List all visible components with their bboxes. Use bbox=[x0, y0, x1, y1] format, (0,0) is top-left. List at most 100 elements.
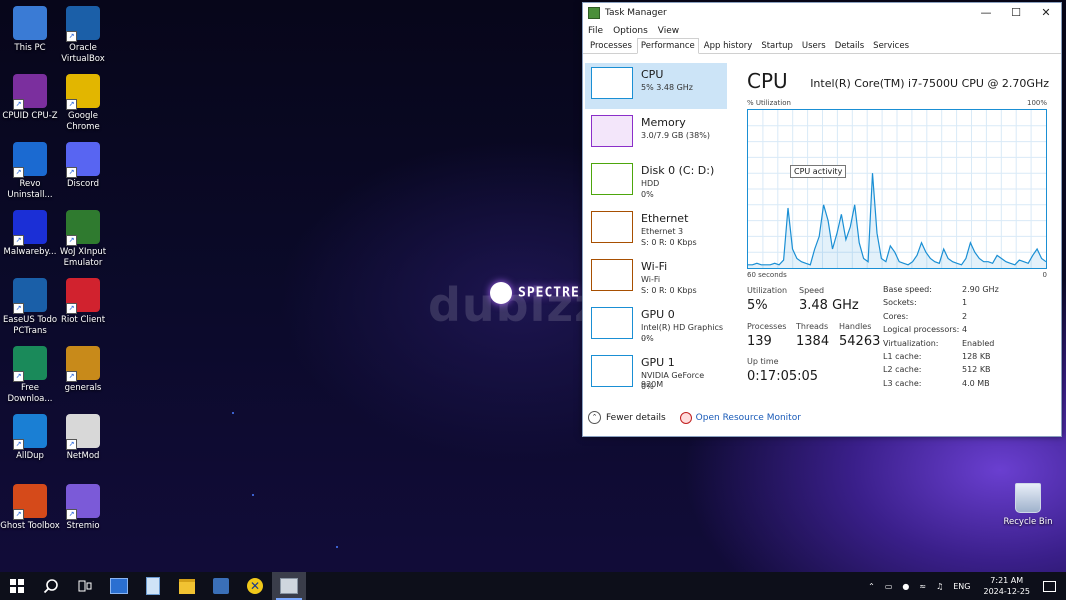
netmod-icon: ↗ bbox=[66, 414, 100, 450]
desktop-icon-label: WoJ XInput Emulator bbox=[59, 247, 107, 268]
shortcut-arrow-icon: ↗ bbox=[13, 509, 24, 520]
menu-file[interactable]: File bbox=[588, 26, 603, 36]
sidebar-thumbnail bbox=[591, 67, 633, 99]
desktop-icon[interactable]: ↗ Google Chrome bbox=[52, 74, 114, 133]
clock[interactable]: 7:21 AM 2024-12-25 bbox=[984, 575, 1031, 597]
desktop-icon[interactable]: ↗ generals bbox=[52, 346, 114, 394]
task-view-button[interactable] bbox=[68, 572, 102, 600]
maximize-button[interactable]: ☐ bbox=[1001, 3, 1031, 23]
network-icon[interactable]: ● bbox=[902, 582, 909, 591]
sidebar-item-detail: 0% bbox=[641, 382, 654, 391]
title-bar[interactable]: Task Manager — ☐ ✕ bbox=[583, 3, 1061, 23]
sidebar-item[interactable]: Ethernet Ethernet 3 S: 0 R: 0 Kbps bbox=[585, 207, 727, 253]
threads-value: 1384 bbox=[796, 334, 830, 349]
spec-label: L2 cache: bbox=[883, 365, 922, 375]
start-button[interactable] bbox=[0, 572, 34, 600]
sidebar-item[interactable]: CPU 5% 3.48 GHz bbox=[585, 63, 727, 109]
taskbar-file-explorer[interactable] bbox=[170, 572, 204, 600]
utilization-axis-label: % Utilization bbox=[747, 99, 791, 107]
spec-label: Virtualization: bbox=[883, 338, 939, 348]
tab-processes[interactable]: Processes bbox=[586, 38, 636, 53]
max-axis-label: 100% bbox=[1026, 99, 1047, 107]
sidebar-item[interactable]: Memory 3.0/7.9 GB (38%) bbox=[585, 111, 727, 157]
sidebar-item[interactable]: Disk 0 (C: D:) HDD 0% bbox=[585, 159, 727, 205]
wifi-icon[interactable]: ≈ bbox=[919, 582, 926, 591]
taskbar-notepad[interactable] bbox=[136, 572, 170, 600]
recycle-bin-label: Recycle Bin bbox=[1003, 517, 1053, 527]
sidebar-item-detail: Ethernet 3 bbox=[641, 227, 684, 236]
shortcut-arrow-icon: ↗ bbox=[66, 303, 77, 314]
tab-app-history[interactable]: App history bbox=[700, 38, 757, 53]
desktop-icon[interactable]: ↗ Stremio bbox=[52, 484, 114, 532]
menu-view[interactable]: View bbox=[658, 26, 679, 36]
spec-value: 128 KB bbox=[962, 352, 991, 361]
wallpaper-dot bbox=[232, 412, 234, 414]
shortcut-arrow-icon: ↗ bbox=[66, 99, 77, 110]
sidebar-item[interactable]: GPU 0 Intel(R) HD Graphics ... 0% bbox=[585, 303, 727, 349]
desktop-icon[interactable]: ↗ Riot Client bbox=[52, 278, 114, 326]
tab-services[interactable]: Services bbox=[869, 38, 913, 53]
task-manager-icon bbox=[588, 7, 600, 19]
sidebar-item-detail: HDD bbox=[641, 179, 660, 188]
recycle-bin[interactable]: Recycle Bin bbox=[1000, 483, 1056, 527]
menu-options[interactable]: Options bbox=[613, 26, 648, 36]
sidebar-item-detail: S: 0 R: 0 Kbps bbox=[641, 286, 697, 295]
desktop-icon-label: Discord bbox=[67, 179, 99, 189]
battery-icon[interactable]: ▭ bbox=[885, 582, 893, 591]
taskbar-app-2[interactable] bbox=[204, 572, 238, 600]
windows-logo-icon bbox=[10, 579, 24, 593]
shortcut-arrow-icon: ↗ bbox=[66, 509, 77, 520]
resource-sidebar: CPU 5% 3.48 GHz Memory 3.0/7.9 GB (38%) Disk… bbox=[585, 63, 727, 399]
shortcut-arrow-icon: ↗ bbox=[66, 371, 77, 382]
tab-performance[interactable]: Performance bbox=[636, 38, 699, 54]
sidebar-thumbnail bbox=[591, 211, 633, 243]
pctrans-icon: ↗ bbox=[13, 278, 47, 314]
spec-value: 4 bbox=[962, 325, 968, 335]
desktop-icon[interactable]: ↗ Oracle VirtualBox bbox=[52, 6, 114, 65]
spec-value: 2.90 GHz bbox=[962, 285, 999, 294]
notification-icon[interactable] bbox=[1043, 580, 1056, 592]
sidebar-item[interactable]: GPU 1 NVIDIA GeForce 920M 0% bbox=[585, 351, 727, 397]
shortcut-arrow-icon: ↗ bbox=[13, 371, 24, 382]
sidebar-thumbnail bbox=[591, 259, 633, 291]
desktop-icon-label: Stremio bbox=[66, 521, 100, 531]
wallpaper-dot bbox=[252, 494, 254, 496]
taskbar-app-1[interactable] bbox=[102, 572, 136, 600]
spec-value: Enabled bbox=[962, 338, 995, 348]
taskbar-xbox-app[interactable]: ✕ bbox=[238, 572, 272, 600]
search-button[interactable] bbox=[34, 572, 68, 600]
chevron-up-icon[interactable]: ⌃ bbox=[868, 582, 875, 591]
desktop-icon[interactable]: ↗ Discord bbox=[52, 142, 114, 190]
revo-uninstaller-icon: ↗ bbox=[13, 142, 47, 178]
desktop-icon[interactable]: ↗ WoJ XInput Emulator bbox=[52, 210, 114, 269]
sidebar-item[interactable]: Wi-Fi Wi-Fi S: 0 R: 0 Kbps bbox=[585, 255, 727, 301]
speed-label: Speed bbox=[799, 286, 825, 295]
sidebar-item-detail: 3.0/7.9 GB (38%) bbox=[641, 131, 710, 140]
system-tray: ⌃ ▭ ● ≈ ♫ ENG 7:21 AM 2024-12-25 bbox=[863, 572, 1066, 600]
tab-users[interactable]: Users bbox=[798, 38, 830, 53]
tab-startup[interactable]: Startup bbox=[757, 38, 797, 53]
desktop-icon-label: NetMod bbox=[66, 451, 100, 461]
volume-icon[interactable]: ♫ bbox=[936, 582, 943, 591]
sidebar-item-name: GPU 1 bbox=[641, 356, 675, 369]
desktop-icon[interactable]: ↗ NetMod bbox=[52, 414, 114, 462]
spec-label: Logical processors: bbox=[883, 325, 960, 335]
minimize-button[interactable]: — bbox=[971, 3, 1001, 23]
desktop-icon-label: Riot Client bbox=[60, 315, 106, 325]
fewer-details-link[interactable]: Fewer details bbox=[606, 413, 666, 423]
utilization-label: Utilization bbox=[747, 286, 788, 295]
handles-label: Handles bbox=[839, 322, 872, 331]
taskbar-task-manager[interactable] bbox=[272, 572, 306, 600]
resource-monitor-link[interactable]: Open Resource Monitor bbox=[696, 413, 801, 423]
task-manager-window: Task Manager — ☐ ✕ File Options View Pro… bbox=[582, 2, 1062, 437]
spec-value: 1 bbox=[962, 298, 968, 308]
chevron-up-icon[interactable]: ⌃ bbox=[588, 411, 601, 424]
close-button[interactable]: ✕ bbox=[1031, 3, 1061, 23]
shortcut-arrow-icon: ↗ bbox=[66, 235, 77, 246]
tab-details[interactable]: Details bbox=[831, 38, 868, 53]
wallpaper-logo: SPECTRE bbox=[490, 282, 580, 304]
sidebar-item-name: Ethernet bbox=[641, 212, 689, 225]
sidebar-thumbnail bbox=[591, 355, 633, 387]
cpu-title: CPU bbox=[747, 69, 788, 93]
language-indicator[interactable]: ENG bbox=[953, 582, 970, 591]
